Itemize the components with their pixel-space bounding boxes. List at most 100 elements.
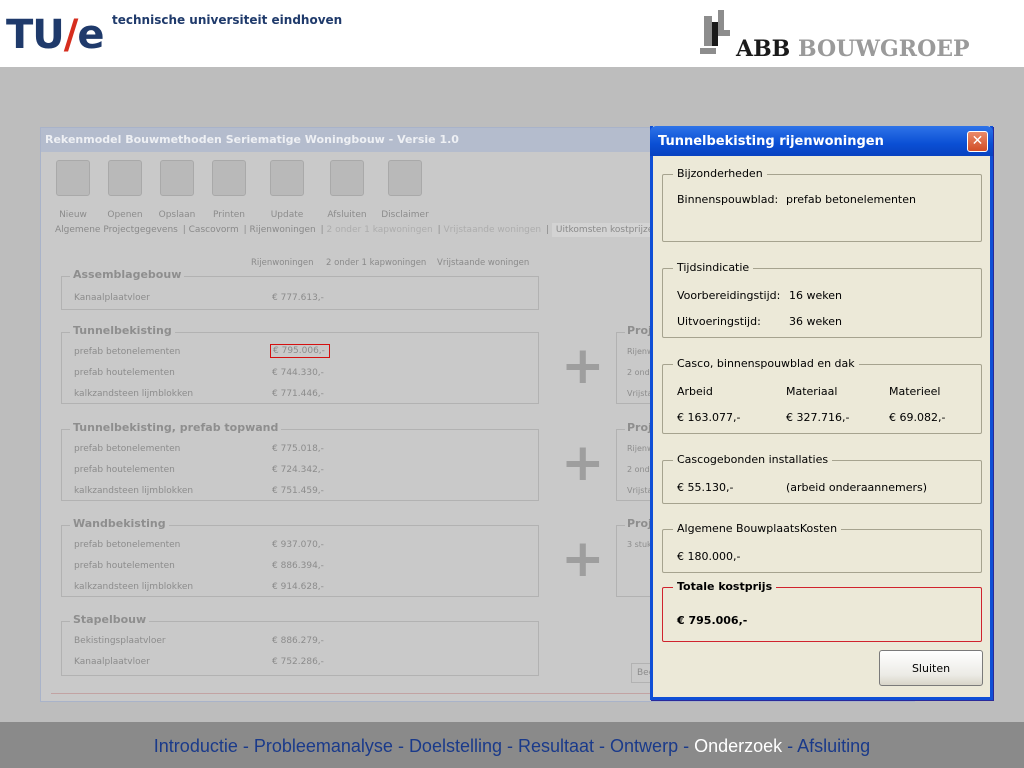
save-button[interactable]: Opslaan: [153, 160, 201, 220]
row-value[interactable]: € 937.070,-: [272, 540, 324, 550]
column-header-rijenwoningen: Rijenwoningen: [251, 258, 314, 268]
row-label: prefab houtelementen: [74, 368, 175, 378]
dialog-title: Tunnelbekisting rijenwoningen ✕: [650, 126, 993, 156]
materiaal-value: € 327.716,-: [786, 411, 850, 424]
tab-cascovorm[interactable]: Cascovorm: [189, 225, 239, 235]
row-label: kalkzandsteen lijmblokken: [74, 486, 194, 496]
row-label: Kanaalplaatvloer: [74, 657, 150, 667]
nav-introductie[interactable]: Introductie: [154, 736, 238, 756]
abb-wordmark: ABB BOUWGROEP: [736, 36, 970, 62]
save-icon: [160, 160, 194, 196]
tue-logo-slash: /: [63, 12, 79, 58]
dialog-title-text: Tunnelbekisting rijenwoningen: [658, 134, 884, 149]
open-button[interactable]: Openen: [101, 160, 149, 220]
footer-nav: Introductie - Probleemanalyse - Doelstel…: [0, 722, 1024, 768]
new-button[interactable]: Nieuw: [49, 160, 97, 220]
fieldset-installaties: Cascogebonden installaties € 55.130,- (a…: [662, 453, 982, 504]
row-value[interactable]: € 886.279,-: [272, 636, 324, 646]
plus-sign: +: [561, 433, 605, 493]
installaties-value: € 55.130,-: [677, 481, 734, 494]
binnenspouwblad-value: prefab betonelementen: [786, 193, 916, 206]
group-stapelbouw: Stapelbouw Bekistingsplaatvloer € 886.27…: [61, 613, 539, 676]
group-title: Assemblagebouw: [70, 268, 185, 281]
row-label: prefab betonelementen: [74, 347, 181, 357]
nav-afsluiting[interactable]: Afsluiting: [797, 736, 870, 756]
tab-algemene-projectgegevens[interactable]: Algemene Projectgegevens: [55, 225, 178, 235]
tab-vrijstaande[interactable]: Vrijstaande woningen: [443, 225, 541, 235]
tue-logo: TU/e: [6, 12, 105, 58]
close-icon[interactable]: ✕: [967, 131, 988, 152]
row-value[interactable]: € 752.286,-: [272, 657, 324, 667]
row-label: Bekistingsplaatvloer: [74, 636, 166, 646]
materieel-header: Materieel: [889, 385, 941, 398]
row-value[interactable]: € 751.459,-: [272, 486, 324, 496]
selected-value[interactable]: € 795.006,-: [270, 344, 330, 358]
arbeid-header: Arbeid: [677, 385, 713, 398]
group-title: Wandbekisting: [70, 517, 169, 530]
abb-name-a: ABB: [736, 36, 791, 62]
uitvoeringstijd-label: Uitvoeringstijd:: [677, 315, 761, 328]
legend-tijdsindicatie: Tijdsindicatie: [673, 261, 754, 274]
nav-doelstelling[interactable]: Doelstelling: [409, 736, 502, 756]
row-value: € 777.613,-: [272, 293, 324, 303]
exit-icon: [330, 160, 364, 196]
row-value[interactable]: € 775.018,-: [272, 444, 324, 454]
exit-button[interactable]: Afsluiten: [323, 160, 371, 220]
tunnelbekisting-dialog: Tunnelbekisting rijenwoningen ✕ Bijzonde…: [650, 126, 993, 700]
fieldset-bijzonderheden: Bijzonderheden Binnenspouwblad: prefab b…: [662, 167, 982, 242]
group-assemblagebouw: Assemblagebouw Kanaalplaatvloer € 777.61…: [61, 268, 539, 310]
group-title: Tunnelbekisting: [70, 324, 175, 337]
group-tunnelbekisting: Tunnelbekisting prefab betonelementen € …: [61, 324, 539, 404]
row-value[interactable]: € 771.446,-: [272, 389, 324, 399]
open-icon: [108, 160, 142, 196]
binnenspouwblad-label: Binnenspouwblad:: [677, 193, 779, 206]
print-label: Printen: [213, 210, 245, 220]
row-value[interactable]: € 914.628,-: [272, 582, 324, 592]
row-label: Kanaalplaatvloer: [74, 293, 150, 303]
update-icon: [270, 160, 304, 196]
nav-resultaat[interactable]: Resultaat: [518, 736, 594, 756]
plus-sign: +: [561, 336, 605, 396]
row-value[interactable]: € 886.394,-: [272, 561, 324, 571]
toolbar: Nieuw Openen Opslaan Printen Update Afsl…: [41, 154, 641, 224]
print-icon: [212, 160, 246, 196]
row-label: kalkzandsteen lijmblokken: [74, 389, 194, 399]
update-label: Update: [270, 210, 304, 220]
nav-probleemanalyse[interactable]: Probleemanalyse: [254, 736, 393, 756]
nav-separator: -: [782, 736, 798, 756]
print-button[interactable]: Printen: [205, 160, 253, 220]
legend-bouwplaatskosten: Algemene BouwplaatsKosten: [673, 522, 842, 535]
column-header-2-onder-1: 2 onder 1 kapwoningen: [326, 258, 427, 268]
group-wandbekisting: Wandbekisting prefab betonelementen € 93…: [61, 517, 539, 597]
nav-separator: -: [502, 736, 518, 756]
disclaimer-label: Disclaimer: [381, 210, 429, 220]
tab-2-onder-1-kap[interactable]: 2 onder 1 kapwoningen: [327, 225, 433, 235]
row-label: prefab houtelementen: [74, 561, 175, 571]
row-value[interactable]: € 744.330,-: [272, 368, 324, 378]
fieldset-casco: Casco, binnenspouwblad en dak Arbeid Mat…: [662, 357, 982, 434]
disclaimer-button[interactable]: Disclaimer: [381, 160, 429, 220]
arbeid-value: € 163.077,-: [677, 411, 741, 424]
column-header-vrijstaand: Vrijstaande woningen: [437, 258, 530, 268]
fieldset-totale-kostprijs: Totale kostprijs € 795.006,-: [662, 580, 982, 642]
nav-separator: -: [392, 736, 409, 756]
sluiten-button[interactable]: Sluiten: [879, 650, 983, 686]
disclaimer-icon: [388, 160, 422, 196]
abb-logo-icon: [700, 10, 730, 54]
nav-separator: -: [678, 736, 695, 756]
voorbereidingstijd-value: 16 weken: [789, 289, 842, 302]
voorbereidingstijd-label: Voorbereidingstijd:: [677, 289, 781, 302]
tab-uitkomsten-kostprijzen[interactable]: Uitkomsten kostprijzen: [551, 223, 664, 237]
nav-onderzoek-current[interactable]: Onderzoek: [694, 736, 782, 756]
tab-rijenwoningen[interactable]: Rijenwoningen: [250, 225, 316, 235]
group-title: Stapelbouw: [70, 613, 150, 626]
nav-separator: -: [594, 736, 611, 756]
save-label: Opslaan: [158, 210, 196, 220]
nav-ontwerp[interactable]: Ontwerp: [610, 736, 678, 756]
row-value[interactable]: € 724.342,-: [272, 465, 324, 475]
new-label: Nieuw: [59, 210, 87, 220]
tab-bar: Algemene Projectgegevens | Cascovorm | R…: [55, 223, 665, 237]
materiaal-header: Materiaal: [786, 385, 838, 398]
update-button[interactable]: Update: [263, 160, 311, 220]
legend-totale-kostprijs: Totale kostprijs: [673, 580, 777, 593]
